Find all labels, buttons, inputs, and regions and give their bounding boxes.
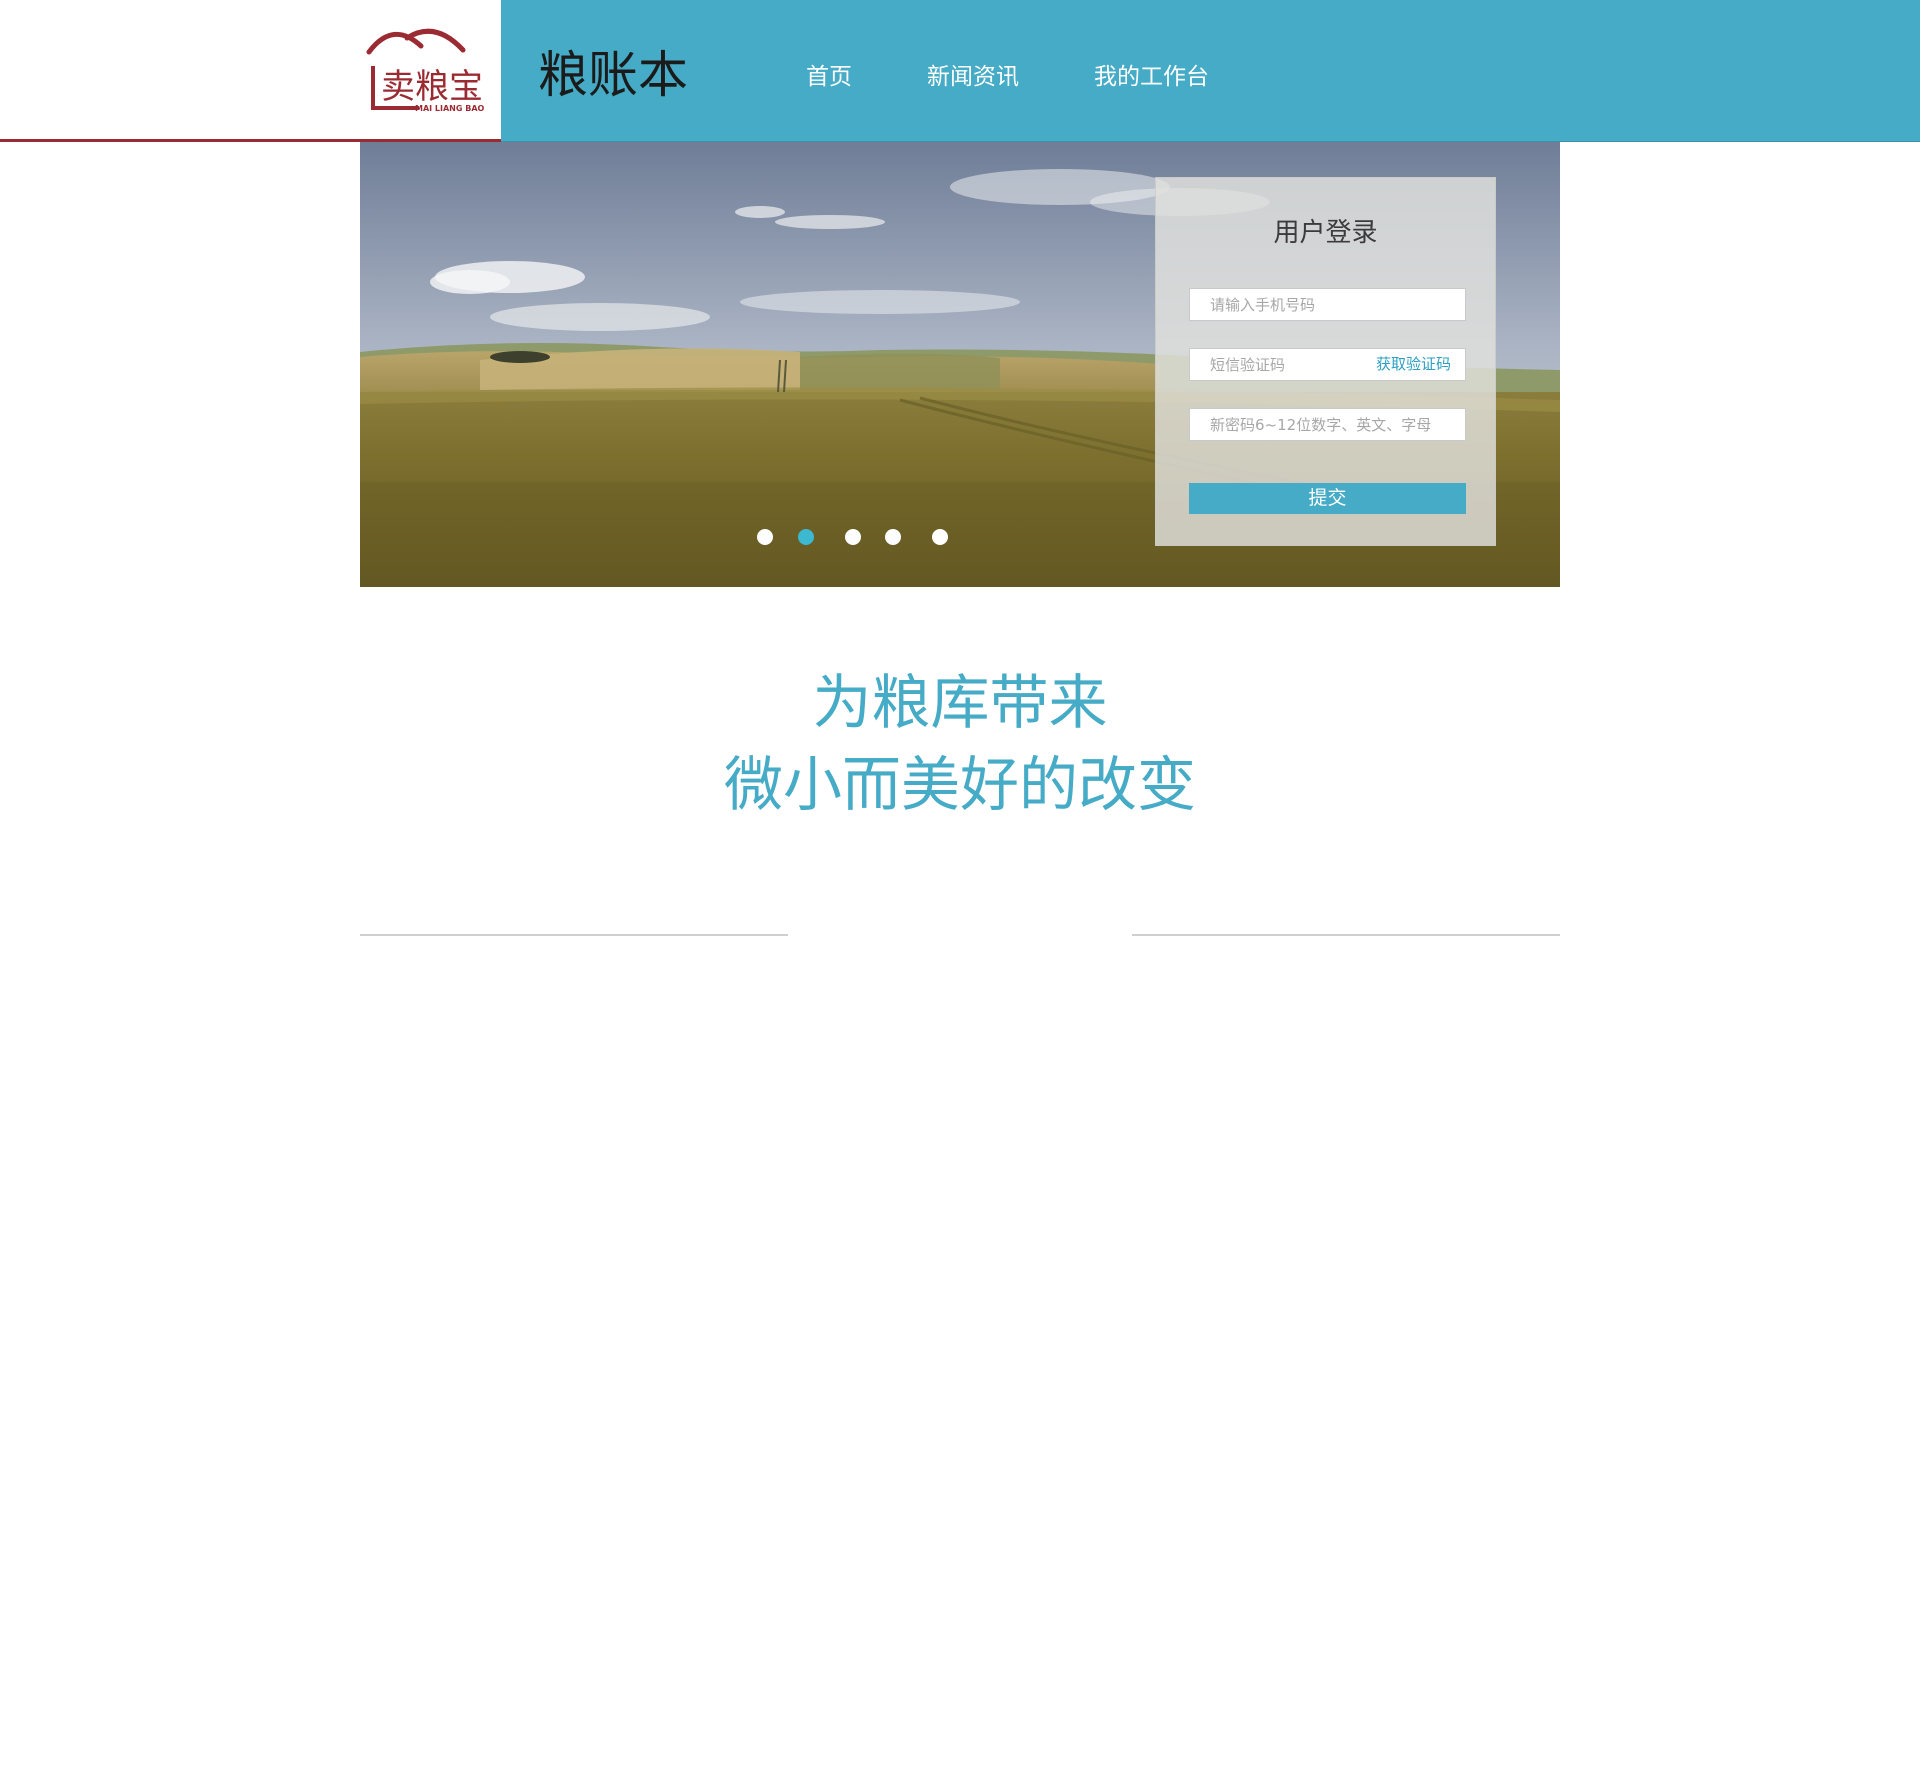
phone-field: [1189, 288, 1466, 321]
nav-item-home[interactable]: 首页: [806, 60, 852, 94]
carousel-dot-2[interactable]: [798, 529, 814, 545]
submit-button[interactable]: 提交: [1189, 483, 1466, 514]
logo-subtext: MAI LIANG BAO: [415, 104, 485, 113]
logo-mark-icon: 卖粮宝 MAI LIANG BAO: [366, 28, 485, 113]
phone-input[interactable]: [1190, 289, 1465, 320]
brand-title: 粮账本: [538, 46, 688, 104]
nav-item-workbench[interactable]: 我的工作台: [1094, 60, 1209, 94]
carousel-dot-4[interactable]: [885, 529, 901, 545]
login-panel: 用户登录 获取验证码 提交: [1155, 177, 1496, 546]
carousel-dot-1[interactable]: [757, 529, 773, 545]
sms-code-field: 获取验证码: [1189, 348, 1466, 381]
password-field: [1189, 408, 1466, 441]
divider-left: [360, 934, 788, 936]
slogan: 为粮库带来 微小而美好的改变: [0, 662, 1920, 826]
carousel-dot-3[interactable]: [845, 529, 861, 545]
login-title: 用户登录: [1273, 218, 1378, 248]
slogan-line-2: 微小而美好的改变: [723, 750, 1196, 819]
mailiangbao-logo[interactable]: 卖粮宝 MAI LIANG BAO: [363, 22, 495, 114]
divider-right: [1132, 934, 1560, 936]
site-header: 卖粮宝 MAI LIANG BAO 粮账本 首页 新闻资讯 我的工作台: [0, 0, 1920, 142]
carousel-dot-5[interactable]: [932, 529, 948, 545]
password-input[interactable]: [1190, 409, 1465, 440]
main-nav: 首页 新闻资讯 我的工作台: [806, 60, 1284, 94]
slogan-line-1: 为粮库带来: [812, 668, 1108, 737]
get-code-button[interactable]: 获取验证码: [1376, 349, 1451, 380]
nav-item-news[interactable]: 新闻资讯: [927, 60, 1019, 94]
logo-text: 卖粮宝: [381, 67, 483, 107]
hero-banner: 用户登录 获取验证码 提交: [360, 142, 1560, 587]
